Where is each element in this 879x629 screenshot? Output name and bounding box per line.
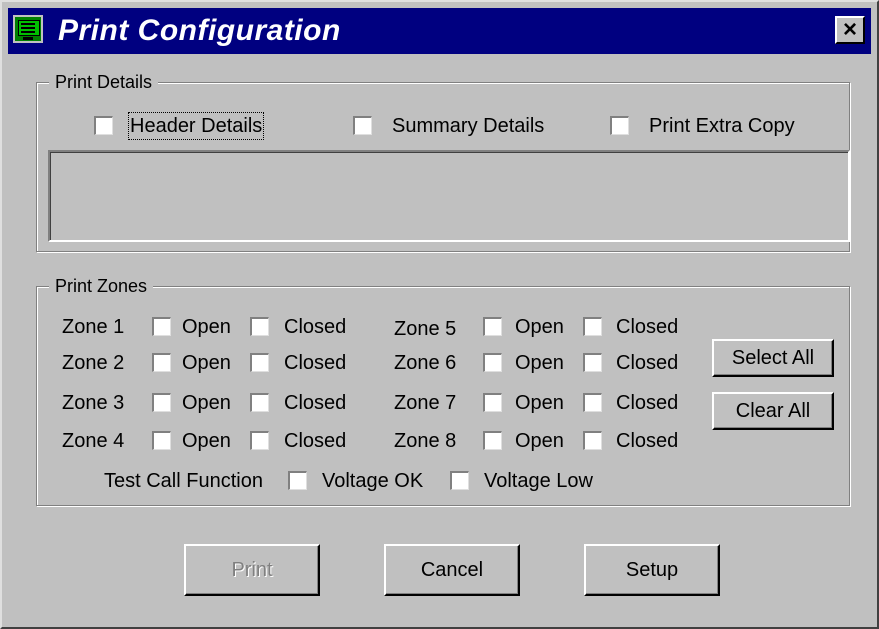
setup-button[interactable]: Setup xyxy=(584,544,720,596)
zone-3-label: Zone 3 xyxy=(62,392,125,414)
header-details-label[interactable]: Header Details xyxy=(127,112,265,140)
zone-1-open-checkbox[interactable] xyxy=(152,317,171,336)
zone-6-closed-label[interactable]: Closed xyxy=(616,351,678,375)
test-call-function-label: Test Call Function xyxy=(104,470,263,492)
zone-8-open-checkbox[interactable] xyxy=(483,431,502,450)
zone-1-closed-checkbox[interactable] xyxy=(250,317,269,336)
zone-1-open-label[interactable]: Open xyxy=(182,315,231,339)
zone-5-closed-label[interactable]: Closed xyxy=(616,315,678,339)
zone-3-open-label[interactable]: Open xyxy=(182,391,231,415)
zone-8-label: Zone 8 xyxy=(394,430,457,452)
zone-6-closed-checkbox[interactable] xyxy=(583,353,602,372)
zone-4-open-label[interactable]: Open xyxy=(182,429,231,453)
zone-7-open-label[interactable]: Open xyxy=(515,391,564,415)
zone-4-closed-label[interactable]: Closed xyxy=(284,429,346,453)
print-extra-copy-label[interactable]: Print Extra Copy xyxy=(649,114,795,138)
zone-5-closed-checkbox[interactable] xyxy=(583,317,602,336)
zone-6-open-label[interactable]: Open xyxy=(515,351,564,375)
zone-7-open-checkbox[interactable] xyxy=(483,393,502,412)
print-zones-legend: Print Zones xyxy=(49,275,154,297)
header-details-checkbox[interactable] xyxy=(94,116,113,135)
voltage-ok-label[interactable]: Voltage OK xyxy=(322,469,423,493)
zone-8-open-label[interactable]: Open xyxy=(515,429,564,453)
zone-1-label: Zone 1 xyxy=(62,316,125,338)
zone-7-closed-checkbox[interactable] xyxy=(583,393,602,412)
voltage-ok-checkbox[interactable] xyxy=(288,471,307,490)
zone-4-open-checkbox[interactable] xyxy=(152,431,171,450)
zone-7-label: Zone 7 xyxy=(394,392,457,414)
zone-2-label: Zone 2 xyxy=(62,352,125,374)
voltage-low-label[interactable]: Voltage Low xyxy=(484,469,593,493)
print-extra-copy-checkbox[interactable] xyxy=(610,116,629,135)
clear-all-button[interactable]: Clear All xyxy=(712,392,834,430)
zone-4-label: Zone 4 xyxy=(62,430,125,452)
close-button[interactable]: × xyxy=(835,16,865,44)
details-display-box xyxy=(48,150,850,242)
select-all-button[interactable]: Select All xyxy=(712,339,834,377)
app-monitor-icon xyxy=(13,15,43,43)
print-button[interactable]: Print xyxy=(184,544,320,596)
zone-3-open-checkbox[interactable] xyxy=(152,393,171,412)
print-details-legend: Print Details xyxy=(49,71,159,93)
summary-details-checkbox[interactable] xyxy=(353,116,372,135)
zone-2-closed-label[interactable]: Closed xyxy=(284,351,346,375)
title-bar[interactable]: Print Configuration × xyxy=(8,8,871,54)
zone-1-closed-label[interactable]: Closed xyxy=(284,315,346,339)
zone-2-closed-checkbox[interactable] xyxy=(250,353,269,372)
zone-8-closed-checkbox[interactable] xyxy=(583,431,602,450)
zone-2-open-checkbox[interactable] xyxy=(152,353,171,372)
zone-5-open-label[interactable]: Open xyxy=(515,315,564,339)
summary-details-label[interactable]: Summary Details xyxy=(392,114,544,138)
cancel-button[interactable]: Cancel xyxy=(384,544,520,596)
print-configuration-window: Print Configuration × Print Details Head… xyxy=(0,0,879,629)
zone-6-open-checkbox[interactable] xyxy=(483,353,502,372)
zone-3-closed-label[interactable]: Closed xyxy=(284,391,346,415)
window-title: Print Configuration xyxy=(58,14,341,47)
zone-5-open-checkbox[interactable] xyxy=(483,317,502,336)
zone-6-label: Zone 6 xyxy=(394,352,457,374)
zone-3-closed-checkbox[interactable] xyxy=(250,393,269,412)
zone-8-closed-label[interactable]: Closed xyxy=(616,429,678,453)
zone-5-label: Zone 5 xyxy=(394,318,457,340)
zone-7-closed-label[interactable]: Closed xyxy=(616,391,678,415)
zone-4-closed-checkbox[interactable] xyxy=(250,431,269,450)
zone-2-open-label[interactable]: Open xyxy=(182,351,231,375)
voltage-low-checkbox[interactable] xyxy=(450,471,469,490)
